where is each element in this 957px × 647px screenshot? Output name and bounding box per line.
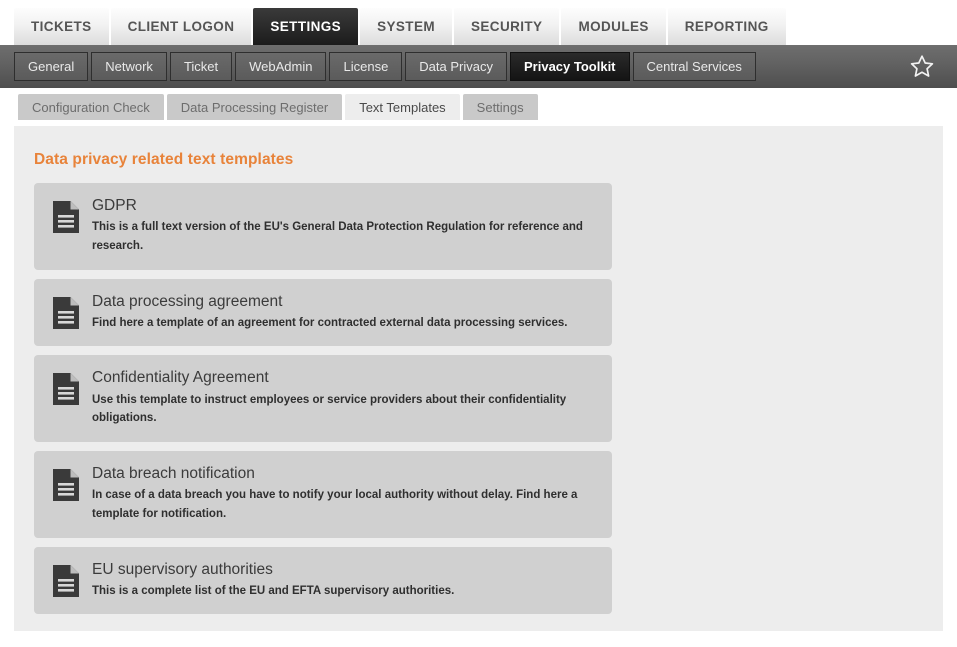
template-title: Data processing agreement xyxy=(92,292,283,310)
module-tab-reporting[interactable]: REPORTING xyxy=(667,8,786,45)
subnav-item-label: Central Services xyxy=(646,59,742,74)
module-tab-label: SETTINGS xyxy=(270,19,342,34)
template-card-data-processing-agreement[interactable]: Data processing agreement Find here a te… xyxy=(34,278,612,347)
module-tab-settings[interactable]: SETTINGS xyxy=(253,8,359,45)
template-card-gdpr[interactable]: GDPR This is a full text version of the … xyxy=(34,183,612,270)
subnav-item-label: WebAdmin xyxy=(249,59,313,74)
module-tab-label: MODULES xyxy=(578,19,649,34)
subnav-item-general[interactable]: General xyxy=(14,52,89,81)
subnav-item-label: Privacy Toolkit xyxy=(524,59,616,74)
document-icon xyxy=(51,564,81,598)
tab-data-processing-register[interactable]: Data Processing Register xyxy=(166,94,343,120)
tab-label: Settings xyxy=(476,99,524,115)
template-card-body: EU supervisory authorities This is a com… xyxy=(92,561,596,601)
tab-label: Data Processing Register xyxy=(180,99,329,115)
template-title: Data breach notification xyxy=(92,464,255,482)
template-description: In case of a data breach you have to not… xyxy=(92,489,578,520)
tab-configuration-check[interactable]: Configuration Check xyxy=(18,94,164,120)
template-card-body: Data breach notification In case of a da… xyxy=(92,465,596,524)
tab-settings[interactable]: Settings xyxy=(462,94,538,120)
module-tab-system[interactable]: SYSTEM xyxy=(360,8,452,45)
template-card-body: GDPR This is a full text version of the … xyxy=(92,197,596,256)
star-icon xyxy=(909,54,935,79)
document-icon xyxy=(51,468,81,502)
template-card-body: Confidentiality Agreement Use this templ… xyxy=(92,369,596,428)
template-card-list: GDPR This is a full text version of the … xyxy=(14,169,943,615)
settings-subnav-bar: General Network Ticket WebAdmin License … xyxy=(0,45,957,88)
tab-text-templates[interactable]: Text Templates xyxy=(345,94,460,120)
settings-subnav-items: General Network Ticket WebAdmin License … xyxy=(14,52,905,81)
subnav-item-central-services[interactable]: Central Services xyxy=(632,52,756,81)
subnav-item-label: License xyxy=(343,59,389,74)
template-description: This is a complete list of the EU and EF… xyxy=(92,584,455,597)
subnav-item-data-privacy[interactable]: Data Privacy xyxy=(405,52,507,81)
favorite-button[interactable] xyxy=(905,50,939,84)
document-icon xyxy=(51,200,81,234)
template-description: Find here a template of an agreement for… xyxy=(92,316,568,329)
module-tab-tickets[interactable]: TICKETS xyxy=(14,8,109,45)
module-tab-label: CLIENT LOGON xyxy=(127,19,235,34)
subnav-item-network[interactable]: Network xyxy=(91,52,167,81)
module-tab-label: SECURITY xyxy=(471,19,543,34)
content-tab-strip: Configuration Check Data Processing Regi… xyxy=(0,88,957,120)
module-tab-label: TICKETS xyxy=(31,19,92,34)
page-title: Data privacy related text templates xyxy=(34,151,294,168)
subnav-item-label: Ticket xyxy=(183,59,219,74)
template-title: GDPR xyxy=(92,197,137,214)
module-tab-modules[interactable]: MODULES xyxy=(561,8,666,45)
module-tab-bar: TICKETS CLIENT LOGON SETTINGS SYSTEM SEC… xyxy=(0,0,957,45)
subnav-item-license[interactable]: License xyxy=(329,52,403,81)
subnav-item-label: Data Privacy xyxy=(419,59,493,74)
template-card-eu-supervisory-authorities[interactable]: EU supervisory authorities This is a com… xyxy=(34,546,612,615)
tab-label: Text Templates xyxy=(359,99,446,115)
template-card-data-breach-notification[interactable]: Data breach notification In case of a da… xyxy=(34,450,612,538)
module-tab-security[interactable]: SECURITY xyxy=(454,8,560,45)
subnav-item-label: General xyxy=(28,59,75,74)
tab-label: Configuration Check xyxy=(32,99,150,115)
subnav-item-label: Network xyxy=(105,59,153,74)
template-title: Confidentiality Agreement xyxy=(92,369,269,387)
template-title: EU supervisory authorities xyxy=(92,560,273,578)
template-description: This is a full text version of the EU's … xyxy=(92,221,583,252)
document-icon xyxy=(51,296,81,330)
module-tab-label: SYSTEM xyxy=(377,19,435,34)
module-tab-client-logon[interactable]: CLIENT LOGON xyxy=(110,8,252,45)
template-card-confidentiality-agreement[interactable]: Confidentiality Agreement Use this templ… xyxy=(34,355,612,442)
template-description: Use this template to instruct employees … xyxy=(92,393,567,425)
subnav-item-ticket[interactable]: Ticket xyxy=(169,52,233,81)
module-tab-label: REPORTING xyxy=(684,19,769,34)
subnav-item-webadmin[interactable]: WebAdmin xyxy=(235,52,327,81)
subnav-item-privacy-toolkit[interactable]: Privacy Toolkit xyxy=(510,52,630,81)
text-templates-panel: Data privacy related text templates GDPR… xyxy=(14,126,943,631)
document-icon xyxy=(51,372,81,406)
template-card-body: Data processing agreement Find here a te… xyxy=(92,293,596,333)
